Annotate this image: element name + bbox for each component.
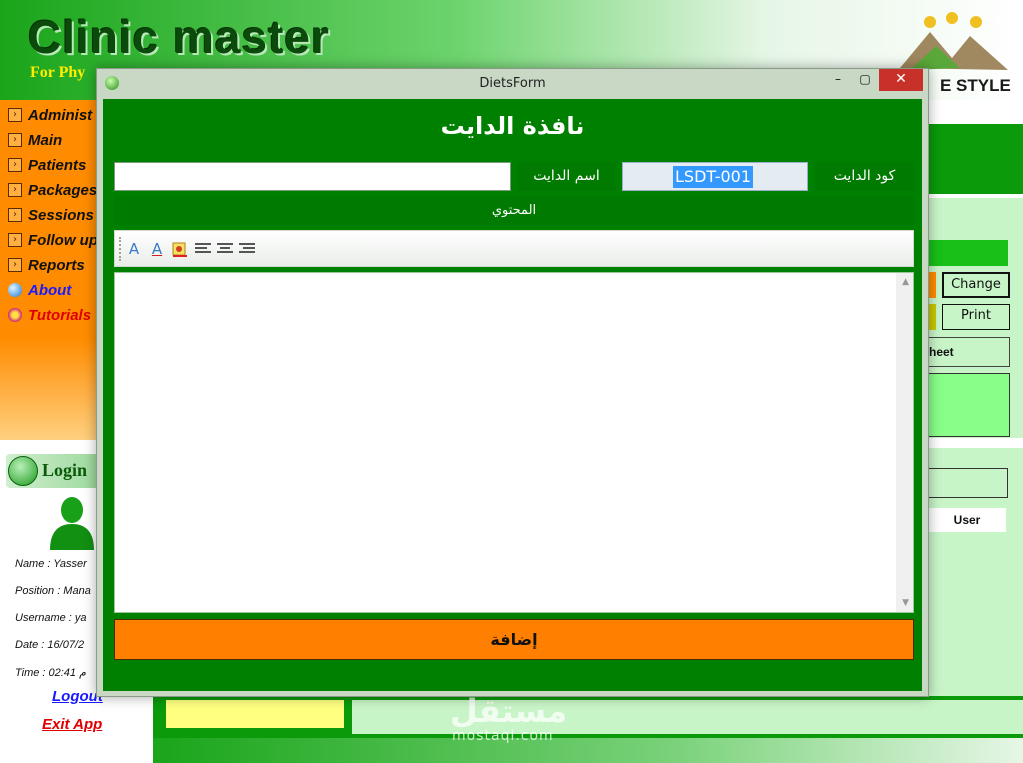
sidebar-item-label: Administ	[28, 106, 93, 124]
content-editor[interactable]: ▲ ▼	[114, 272, 914, 613]
background-field	[928, 468, 1008, 498]
app-title: Clinic master	[28, 11, 330, 63]
sidebar-item-label: Reports	[28, 256, 85, 274]
table-column-header: User	[928, 508, 1006, 532]
arrow-box-icon: ›	[8, 183, 22, 197]
arrow-box-icon: ›	[8, 233, 22, 247]
login-icon	[8, 456, 38, 486]
arrow-box-icon: ›	[8, 158, 22, 172]
background-panel	[928, 240, 1008, 266]
login-title: Login	[42, 460, 88, 480]
align-left-icon[interactable]	[195, 243, 211, 253]
diet-code-value: LSDT-001	[673, 166, 754, 188]
rich-text-toolbar: A A	[114, 230, 914, 267]
arrow-box-icon: ›	[8, 208, 22, 222]
scroll-up-icon[interactable]: ▲	[902, 277, 909, 287]
sheet-button[interactable]: heet	[928, 337, 1010, 367]
maximize-button[interactable]: ▢	[851, 69, 879, 91]
background-panel	[928, 124, 1023, 194]
brand-text: E STYLE	[940, 76, 1011, 95]
user-name: Name : Yasser	[15, 558, 87, 570]
sidebar-item-patients[interactable]: › Patients	[8, 154, 86, 176]
diets-form-dialog: DietsForm – ▢ ✕ نافذة الدايت اسم الدايت …	[96, 68, 929, 697]
change-button[interactable]: Change	[942, 272, 1010, 298]
sidebar-item-main[interactable]: › Main	[8, 129, 62, 151]
align-right-icon[interactable]	[239, 243, 255, 253]
globe-icon	[8, 283, 22, 297]
watermark-logo: مستقل	[450, 692, 568, 730]
user-avatar-icon	[50, 497, 94, 550]
minimize-button[interactable]: –	[824, 69, 852, 91]
sidebar-item-follow-up[interactable]: › Follow up	[8, 229, 98, 251]
diet-code-field[interactable]: LSDT-001	[622, 162, 808, 191]
sidebar: › Administ › Main › Patients › Packages …	[0, 100, 98, 440]
content-label: المحتوي	[114, 196, 914, 225]
sidebar-item-label: Follow up	[28, 231, 98, 249]
close-button[interactable]: ✕	[879, 69, 923, 91]
sidebar-item-label: Sessions	[28, 206, 94, 224]
user-username: Username : ya	[15, 612, 87, 624]
sidebar-item-sessions[interactable]: › Sessions	[8, 204, 94, 226]
arrow-box-icon: ›	[8, 108, 22, 122]
sidebar-item-label: Main	[28, 131, 63, 149]
sidebar-item-label: About	[28, 281, 72, 299]
arrow-box-icon: ›	[8, 258, 22, 272]
sidebar-item-label: Patients	[28, 156, 87, 174]
dialog-title: DietsForm	[479, 76, 546, 91]
login-header: Login	[6, 454, 106, 488]
background-field	[166, 700, 344, 728]
app-close-icon[interactable]: ✕	[988, 8, 1010, 30]
toolbar-grip[interactable]	[119, 237, 121, 261]
diet-name-label: اسم الدايت	[517, 162, 616, 191]
sidebar-item-reports[interactable]: › Reports	[8, 254, 85, 276]
watermark-url: mostaql.com	[452, 728, 554, 744]
background-footer-strip	[153, 738, 1023, 763]
login-date: Date : 16/07/2	[15, 639, 85, 651]
editor-scrollbar[interactable]: ▲ ▼	[896, 273, 913, 612]
background-panel	[928, 373, 1010, 437]
sidebar-item-about[interactable]: About	[8, 279, 71, 301]
form-heading: نافذة الدايت	[440, 112, 585, 140]
sidebar-item-packages[interactable]: › Packages	[8, 179, 97, 201]
login-time: Time : 02:41 م	[15, 667, 86, 679]
sidebar-item-label: Packages	[28, 181, 98, 199]
dialog-body: نافذة الدايت اسم الدايت LSDT-001 كود الد…	[103, 99, 922, 691]
star-icon	[8, 308, 22, 322]
user-position: Position : Mana	[15, 585, 91, 597]
diet-name-input[interactable]	[114, 162, 511, 191]
diet-code-label: كود الدايت	[815, 162, 914, 191]
highlight-icon[interactable]	[171, 239, 189, 259]
font-color-icon[interactable]: A	[148, 239, 166, 259]
background-panel	[928, 272, 936, 298]
print-button[interactable]: Print	[942, 304, 1010, 330]
arrow-box-icon: ›	[8, 133, 22, 147]
app-subtitle: For Phy	[30, 64, 86, 81]
scroll-down-icon[interactable]: ▼	[902, 598, 909, 608]
align-center-icon[interactable]	[217, 243, 233, 253]
background-panel	[928, 304, 936, 330]
sidebar-item-tutorials[interactable]: Tutorials	[8, 304, 91, 326]
exit-app-link[interactable]: Exit App	[42, 716, 102, 733]
font-icon[interactable]: A	[125, 239, 143, 259]
sidebar-item-administration[interactable]: › Administ	[8, 104, 92, 126]
sidebar-item-label: Tutorials	[28, 306, 92, 324]
add-button[interactable]: إضافة	[114, 619, 914, 660]
dialog-titlebar[interactable]: DietsForm – ▢ ✕	[97, 69, 928, 99]
